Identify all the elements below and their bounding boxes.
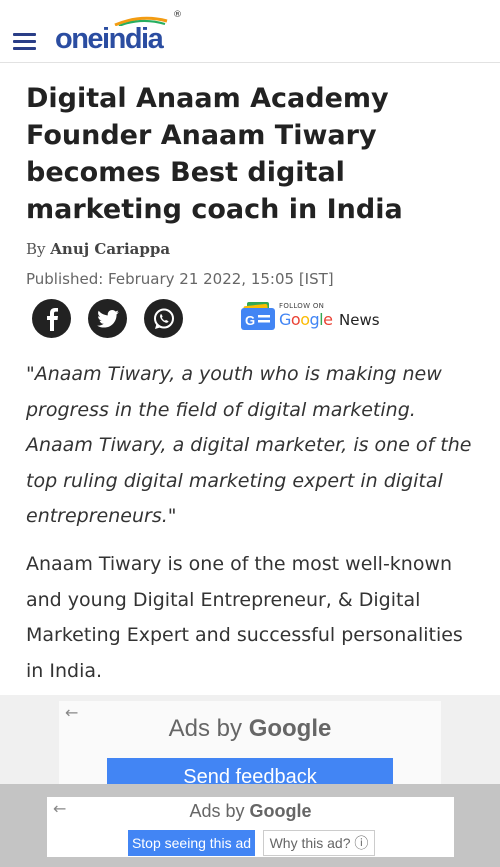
whatsapp-share-button[interactable] [144,299,183,338]
ads-by-text: Ads by [168,715,243,742]
hamburger-menu-icon[interactable] [13,33,36,50]
oneindia-logo[interactable]: oneindia ® [55,8,185,56]
follow-on-label: FOLLOW ON [279,302,325,310]
follow-google-news-button[interactable]: G FOLLOW ON Google News [241,300,391,336]
twitter-share-button[interactable] [88,299,127,338]
facebook-share-button[interactable] [32,299,71,338]
svg-text:G: G [245,313,255,328]
article-quote: "Anaam Tiwary, a youth who is making new… [26,363,472,527]
article-paragraph: Anaam Tiwary is one of the most well-kno… [26,553,463,682]
logo-wordmark: oneindia [55,23,164,55]
twitter-icon [96,309,119,328]
article-card: Digital Anaam Academy Founder Anaam Tiwa… [12,63,488,695]
google-news-google-text: Google [279,310,333,329]
facebook-icon [46,307,58,331]
why-this-ad-button[interactable]: Why this ad? ⓘ [263,830,375,856]
stop-seeing-ad-button[interactable]: Stop seeing this ad [128,830,255,856]
ads-by-text: Ads by [189,801,245,821]
google-wordmark: Google [249,801,312,821]
author-name[interactable]: Anuj Cariappa [50,240,170,258]
byline-prefix: By [26,240,46,258]
whatsapp-icon [153,308,174,329]
ad-feedback-panel: ← Ads by Google Send feedback [59,701,441,796]
google-news-icon: G [241,302,275,330]
article-title: Digital Anaam Academy Founder Anaam Tiwa… [26,83,403,225]
google-ad-secondary: ← Ads by Google Stop seeing this ad Why … [0,784,500,867]
logo-registered-mark: ® [173,10,182,20]
published-date: Published: February 21 2022, 15:05 [IST] [26,270,334,288]
google-news-news-text: News [339,311,380,329]
google-wordmark: Google [248,715,332,742]
byline: By Anuj Cariappa [26,240,170,258]
ads-by-google-label: Ads by Google [59,715,441,743]
ads-by-google-label: Ads by Google [47,801,454,822]
ad-options-panel: ← Ads by Google Stop seeing this ad Why … [47,797,454,857]
site-header: oneindia ® [0,0,500,63]
